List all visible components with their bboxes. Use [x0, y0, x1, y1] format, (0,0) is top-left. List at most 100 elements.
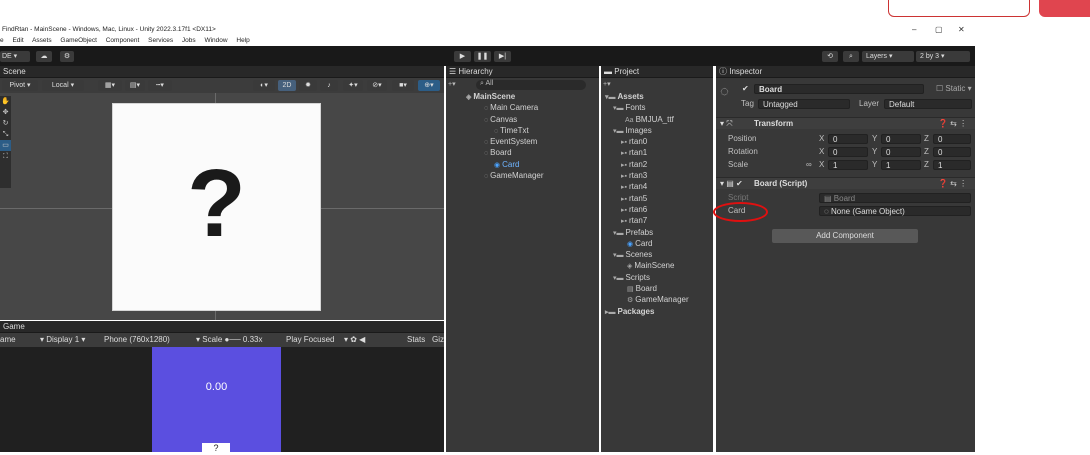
close-button[interactable]: ✕: [958, 24, 965, 36]
cloud-icon[interactable]: ☁: [36, 51, 52, 62]
transform-header[interactable]: ▾ ⤧ Transform ❓ ⇆ ⋮: [716, 117, 975, 129]
static-toggle[interactable]: ☐ Static ▾: [936, 83, 972, 94]
ruler-icon[interactable]: ┅▾: [148, 80, 172, 91]
play-mode-dropdown[interactable]: Play Focused: [286, 333, 334, 347]
scale-x-field[interactable]: 1: [828, 160, 868, 170]
scale-y-field[interactable]: 1: [881, 160, 921, 170]
menu-component[interactable]: Component: [106, 37, 140, 44]
project-folder[interactable]: ▾▬ Prefabs: [601, 228, 713, 239]
scale-tool-icon[interactable]: ⤡: [0, 129, 11, 140]
hierarchy-item[interactable]: ◌ TimeTxt: [446, 126, 599, 137]
layer-dropdown[interactable]: Default: [884, 99, 972, 109]
layers-dropdown[interactable]: Layers ▾: [862, 51, 914, 62]
camera-settings-icon[interactable]: ■▾: [392, 80, 414, 91]
hierarchy-search[interactable]: ⌕ All: [476, 80, 586, 90]
pivot-dropdown[interactable]: Pivot ▾: [2, 80, 38, 91]
project-asset[interactable]: ▸▪ rtan3: [601, 171, 713, 182]
shading-mode-icon[interactable]: ◐▾: [253, 80, 275, 91]
inspector-tab[interactable]: ⓘ Inspector: [716, 66, 975, 78]
gizmos-button[interactable]: Giz: [432, 333, 444, 347]
add-object-icon[interactable]: +▾: [448, 81, 456, 88]
project-asset[interactable]: ▸▪ rtan4: [601, 182, 713, 193]
hidden-objects-icon[interactable]: ⊘▾: [367, 80, 387, 91]
script-component-header[interactable]: ▾ ▤ ✔ Board (Script) ❓ ⇆ ⋮: [716, 177, 975, 189]
settings-icon[interactable]: ⚙: [60, 51, 74, 62]
position-z-field[interactable]: 0: [933, 134, 971, 144]
local-dropdown[interactable]: Local ▾: [42, 80, 84, 91]
scale-slider[interactable]: ▾ Scale ●── 0.33x: [196, 333, 262, 347]
menu-jobs[interactable]: Jobs: [182, 37, 196, 44]
hierarchy-item[interactable]: ◌ Board: [446, 148, 599, 159]
card-field[interactable]: ◌ None (Game Object): [819, 206, 971, 216]
hierarchy-item[interactable]: ◈ MainScene: [446, 92, 599, 103]
game-view-dropdown[interactable]: ame: [0, 333, 16, 347]
pause-button[interactable]: ❚❚: [474, 51, 491, 62]
project-asset[interactable]: ▸▪ rtan2: [601, 160, 713, 171]
hierarchy-item-selected[interactable]: ◉ Card: [446, 160, 599, 171]
transform-tool-icon[interactable]: ⛶: [0, 151, 11, 162]
display-dropdown[interactable]: ▾ Display 1 ▾: [40, 333, 85, 347]
grid-snap-icon[interactable]: ▦▾: [98, 80, 122, 91]
maximize-button[interactable]: ▢: [935, 24, 943, 36]
gizmos-icon[interactable]: ⊕▾: [418, 80, 440, 91]
game-card[interactable]: ?: [202, 443, 230, 455]
project-folder[interactable]: ▾▬ Scripts: [601, 273, 713, 284]
stats-button[interactable]: Stats: [407, 333, 425, 347]
project-asset[interactable]: ▸▪ rtan1: [601, 148, 713, 159]
menu-services[interactable]: Services: [148, 37, 173, 44]
project-folder[interactable]: ▾▬ Images: [601, 126, 713, 137]
step-button[interactable]: ▶|: [494, 51, 511, 62]
menu-help[interactable]: Help: [236, 37, 249, 44]
layout-dropdown[interactable]: 2 by 3 ▾: [916, 51, 970, 62]
rotation-y-field[interactable]: 0: [881, 147, 921, 157]
rect-tool-icon[interactable]: ▭: [0, 140, 11, 151]
project-asset[interactable]: ◈ MainScene: [601, 261, 713, 272]
active-checkbox[interactable]: ✔: [742, 84, 749, 93]
account-dropdown[interactable]: DE ▾: [0, 51, 30, 62]
project-asset[interactable]: ◉ Card: [601, 239, 713, 250]
menu-window[interactable]: Window: [204, 37, 227, 44]
hierarchy-tab[interactable]: ☰ Hierarchy: [446, 66, 599, 78]
project-folder[interactable]: ▸▬ Packages: [601, 307, 713, 318]
mute-icon[interactable]: ▾ ✿ ◀: [344, 333, 365, 347]
minimize-button[interactable]: –: [912, 24, 916, 36]
rotation-z-field[interactable]: 0: [933, 147, 971, 157]
project-asset[interactable]: ▸▪ rtan5: [601, 194, 713, 205]
hierarchy-item[interactable]: ◌ Canvas: [446, 115, 599, 126]
menu-assets[interactable]: Assets: [32, 37, 52, 44]
project-folder[interactable]: ▾▬ Fonts: [601, 103, 713, 114]
hierarchy-item[interactable]: ◌ Main Camera: [446, 103, 599, 114]
hand-tool-icon[interactable]: ✋: [0, 96, 11, 107]
project-asset[interactable]: ⚙ GameManager: [601, 295, 713, 306]
play-button[interactable]: ▶: [454, 51, 471, 62]
scene-view[interactable]: Pivot ▾ Local ▾ ▦▾ ▤▾ ┅▾ ◐▾ 2D ✹ ♪ ✦▾ ⊘▾…: [0, 78, 444, 320]
lighting-icon[interactable]: ✹: [299, 80, 317, 91]
project-folder[interactable]: ▾▬ Assets: [601, 92, 713, 103]
project-asset[interactable]: ▸▪ rtan0: [601, 137, 713, 148]
effects-icon[interactable]: ✦▾: [343, 80, 363, 91]
hierarchy-item[interactable]: ◌ EventSystem: [446, 137, 599, 148]
menu-file[interactable]: e: [0, 37, 4, 44]
script-menu-icon[interactable]: ❓ ⇆ ⋮: [938, 178, 967, 189]
scene-tab[interactable]: Scene: [0, 66, 444, 78]
overlay-red-button[interactable]: [1039, 0, 1090, 17]
project-asset[interactable]: ▸▪ rtan6: [601, 205, 713, 216]
position-x-field[interactable]: 0: [828, 134, 868, 144]
scale-z-field[interactable]: 1: [933, 160, 971, 170]
menu-gameobject[interactable]: GameObject: [60, 37, 97, 44]
move-tool-icon[interactable]: ✥: [0, 107, 11, 118]
add-component-button[interactable]: Add Component: [772, 229, 918, 243]
project-add-icon[interactable]: +▾: [603, 80, 611, 88]
transform-menu-icon[interactable]: ❓ ⇆ ⋮: [938, 118, 967, 129]
rotation-x-field[interactable]: 0: [828, 147, 868, 157]
link-icon[interactable]: ∞: [806, 159, 812, 170]
hierarchy-item[interactable]: ◌ GameManager: [446, 171, 599, 182]
project-folder[interactable]: ▾▬ Scenes: [601, 250, 713, 261]
audio-icon[interactable]: ♪: [320, 80, 338, 91]
mode-2d-button[interactable]: 2D: [278, 80, 296, 91]
object-name-field[interactable]: Board: [754, 84, 924, 94]
game-tab[interactable]: Game: [0, 321, 444, 333]
history-icon[interactable]: ⟲: [822, 51, 838, 62]
rotate-tool-icon[interactable]: ↻: [0, 118, 11, 129]
menu-edit[interactable]: Edit: [12, 37, 23, 44]
